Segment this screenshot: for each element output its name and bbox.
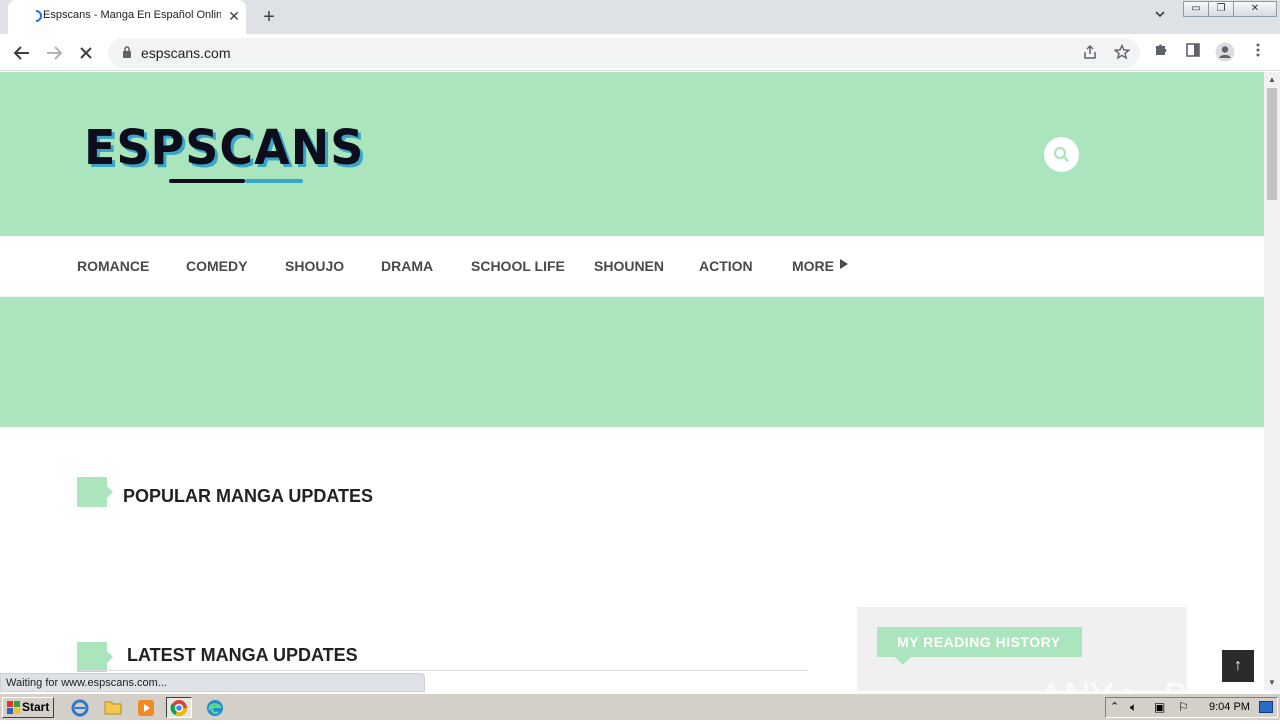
ad-banner — [0, 297, 1264, 427]
site-logo[interactable]: ESPSCANS — [84, 119, 363, 189]
scroll-thumb[interactable] — [1267, 88, 1277, 200]
start-button[interactable]: Start — [2, 697, 54, 718]
browser-tab-strip: Espscans - Manga En Español Online ✕ + ▭… — [0, 0, 1280, 34]
section-divider — [77, 670, 807, 671]
url-text[interactable]: espscans.com — [141, 45, 230, 61]
nav-item-romance[interactable]: ROMANCE — [77, 258, 149, 274]
show-desktop-icon[interactable] — [1259, 701, 1273, 713]
nav-item-action[interactable]: ACTION — [699, 258, 753, 274]
stop-loading-icon[interactable] — [74, 41, 98, 65]
genre-nav: ROMANCE COMEDY SHOUJO DRAMA SCHOOL LIFE … — [0, 236, 1264, 297]
ie-icon[interactable] — [67, 697, 93, 718]
folder-icon[interactable] — [100, 697, 126, 718]
scroll-down-arrow-icon[interactable]: ▼ — [1264, 676, 1280, 690]
back-arrow-icon[interactable] — [10, 41, 34, 65]
site-header: ESPSCANS — [0, 72, 1264, 236]
section-title-popular: POPULAR MANGA UPDATES — [123, 486, 374, 506]
side-panel-icon[interactable] — [1183, 42, 1203, 62]
system-tray: ⌃ 🔈︎ ▣ ⚐ 9:04 PM — [1105, 697, 1278, 718]
page-viewport: ESPSCANS ROMANCE COMEDY SHOUJO DRAMA SCH… — [0, 72, 1264, 691]
section-title-latest: LATEST MANGA UPDATES — [127, 645, 358, 665]
start-label: Start — [22, 700, 50, 714]
nav-item-shounen[interactable]: SHOUNEN — [594, 258, 664, 274]
nav-item-more[interactable]: MORE — [792, 258, 834, 274]
window-close-button[interactable]: ✕ — [1233, 1, 1277, 17]
section-marker — [77, 477, 113, 507]
menu-kebab-icon[interactable] — [1248, 42, 1268, 62]
back-to-top-button[interactable]: ↑ — [1222, 650, 1254, 682]
tab-title: Espscans - Manga En Español Online — [43, 9, 221, 21]
widget-heading-label: MY READING HISTORY — [897, 634, 1061, 650]
star-icon[interactable] — [1113, 43, 1131, 62]
anyrun-watermark: ANY ▷ RUN — [1038, 676, 1244, 691]
new-tab-button[interactable]: + — [258, 6, 280, 28]
clock: 9:04 PM — [1209, 701, 1250, 713]
windows-flag-icon — [7, 701, 20, 714]
chevron-down-icon[interactable] — [1150, 8, 1170, 26]
edge-icon[interactable] — [202, 697, 228, 718]
chrome-icon — [170, 700, 188, 717]
logo-underline — [169, 179, 245, 183]
forward-arrow-icon[interactable] — [42, 41, 66, 65]
volume-icon[interactable]: 🔈︎ — [1130, 700, 1137, 715]
section-marker — [77, 642, 113, 672]
extensions-puzzle-icon[interactable] — [1151, 42, 1171, 62]
taskbar: Start ⌃ 🔈︎ ▣ ⚐ 9:04 PM — [0, 693, 1280, 720]
nav-item-shoujo[interactable]: SHOUJO — [285, 258, 344, 274]
logo-text: ESPSCANS — [84, 118, 365, 176]
restore-button[interactable]: ❐ — [1208, 1, 1234, 17]
minimize-button[interactable]: ▭ — [1183, 1, 1209, 17]
lock-icon — [123, 46, 131, 58]
loading-icon — [35, 10, 42, 22]
logo-underline-accent — [245, 179, 303, 183]
nav-item-comedy[interactable]: COMEDY — [186, 258, 247, 274]
caret-right-icon[interactable] — [840, 259, 848, 269]
nav-item-school-life[interactable]: SCHOOL LIFE — [471, 258, 565, 274]
flag-icon[interactable]: ⚐ — [1178, 700, 1189, 714]
chrome-taskbar-button[interactable] — [166, 697, 192, 718]
browser-tab[interactable]: Espscans - Manga En Español Online ✕ — [8, 0, 246, 34]
media-player-icon[interactable] — [133, 697, 159, 718]
search-icon — [1053, 146, 1069, 162]
scroll-up-arrow-icon[interactable]: ▲ — [1264, 73, 1280, 87]
search-button[interactable] — [1044, 137, 1079, 172]
tray-expand-icon[interactable]: ⌃ — [1110, 700, 1119, 713]
network-icon[interactable]: ▣ — [1154, 700, 1165, 714]
profile-avatar-icon[interactable] — [1215, 42, 1235, 62]
widget-heading: MY READING HISTORY — [877, 627, 1082, 665]
close-icon[interactable]: ✕ — [226, 8, 242, 24]
status-bubble: Waiting for www.espscans.com... — [0, 673, 425, 692]
nav-item-drama[interactable]: DRAMA — [381, 258, 433, 274]
status-text: Waiting for www.espscans.com... — [6, 677, 167, 689]
page-scrollbar[interactable]: ▲ ▼ — [1264, 72, 1280, 691]
address-bar[interactable]: espscans.com — [108, 38, 1140, 68]
share-icon[interactable] — [1081, 44, 1099, 62]
browser-toolbar: espscans.com — [0, 34, 1280, 71]
